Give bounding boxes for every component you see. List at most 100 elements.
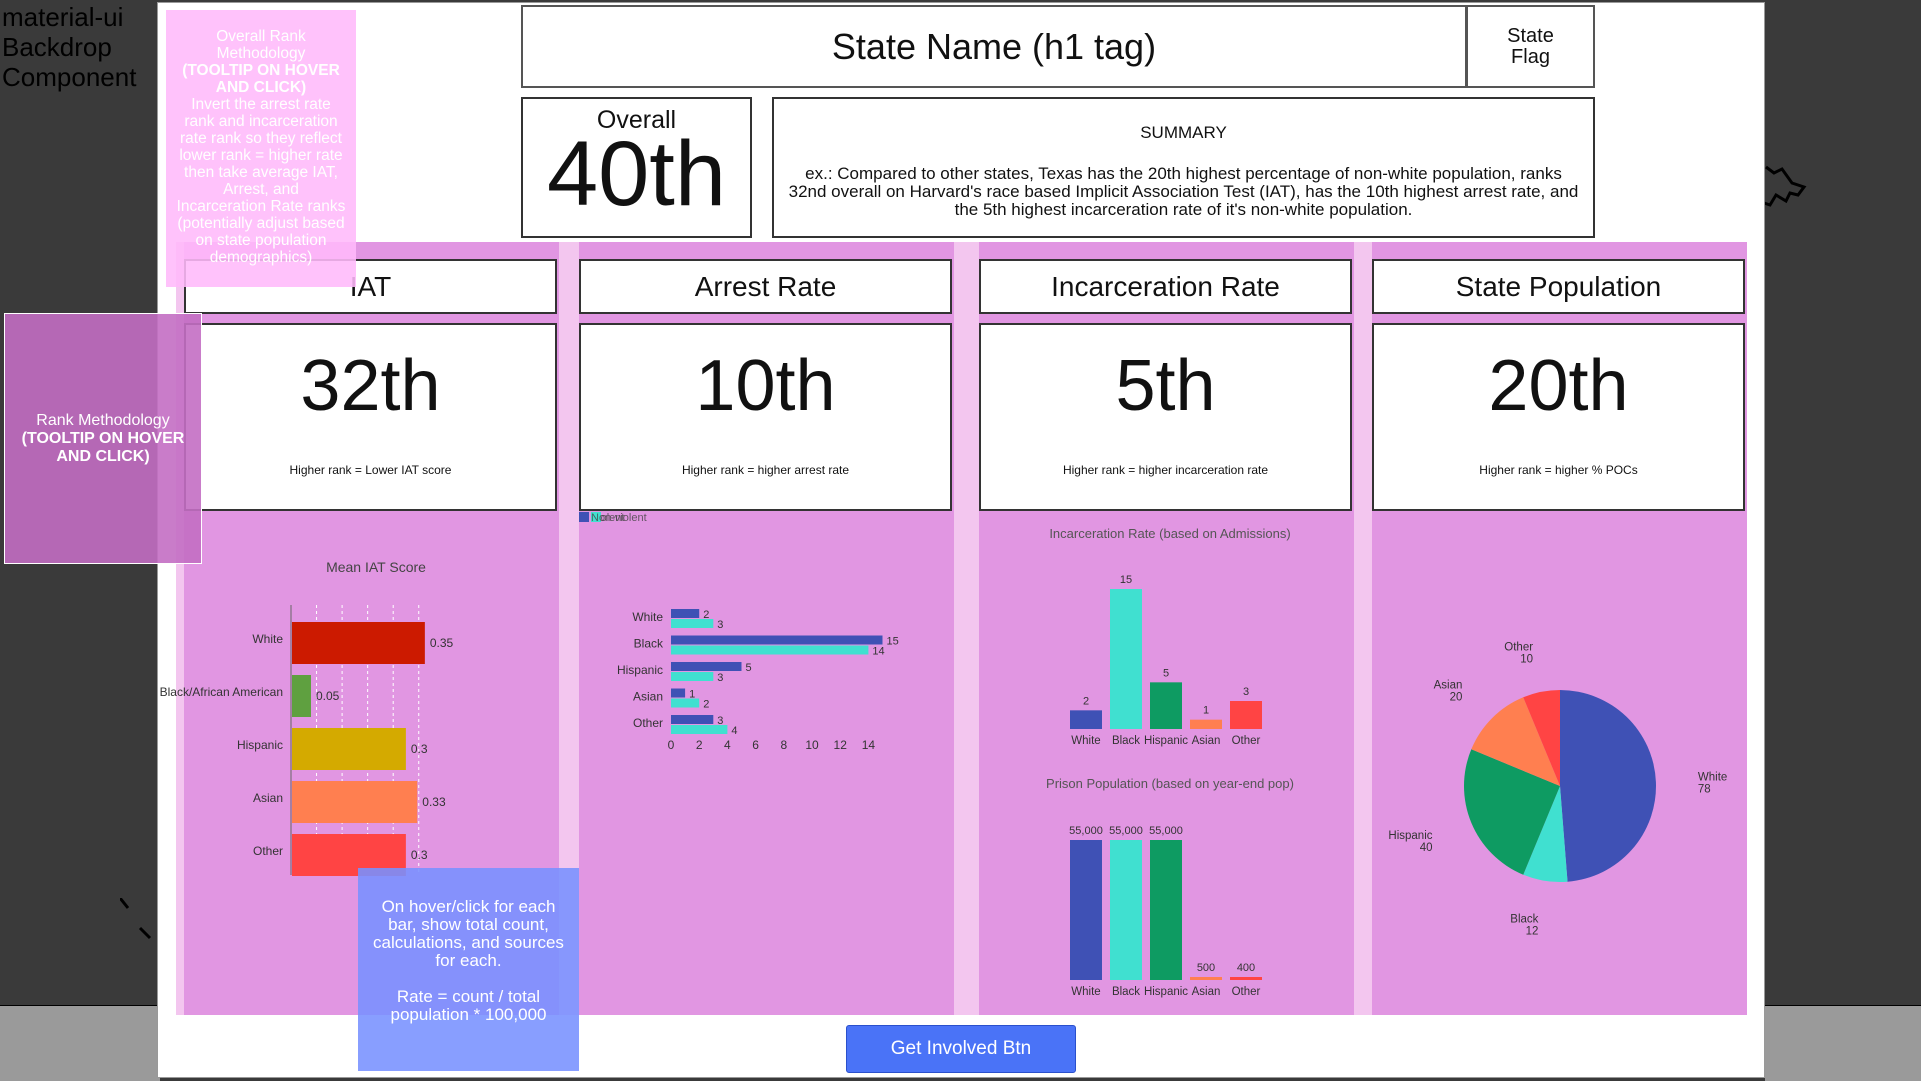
bar[interactable] <box>671 688 686 698</box>
chart-title: Mean IAT Score <box>326 559 426 575</box>
overall-rank: 40th <box>546 123 727 225</box>
data-label: 1 <box>1203 705 1209 717</box>
section-header-state-population: State Population <box>1372 259 1745 314</box>
backdrop-label: material-ui Backdrop Component <box>2 2 136 92</box>
rank-note: Higher rank = Lower IAT score <box>289 463 452 477</box>
section-header-incarceration-rate: Incarceration Rate <box>979 259 1352 314</box>
data-label: 0.35 <box>430 636 454 650</box>
x-tick-label: 12 <box>834 738 848 752</box>
data-label: 55,000 <box>1149 825 1183 837</box>
bar[interactable] <box>1230 701 1262 729</box>
arrest-chart: ViolentNon-violentWhite 23Black 1514Hispan… <box>579 512 899 752</box>
bar[interactable] <box>1150 682 1182 729</box>
x-tick-label: 0 <box>668 738 675 752</box>
rank-card-state-population[interactable]: 20th Higher rank = higher % POCs <box>1372 323 1745 511</box>
category-label: White <box>1071 735 1100 747</box>
bar[interactable] <box>671 635 883 645</box>
data-label: 400 <box>1237 962 1255 974</box>
get-involved-button[interactable]: Get Involved Btn <box>846 1025 1076 1073</box>
section-title: State Population <box>1455 270 1662 302</box>
bar[interactable] <box>1230 977 1262 980</box>
tooltip-line: Incarceration Rate ranks <box>176 198 346 215</box>
bar[interactable] <box>671 662 742 671</box>
bar[interactable] <box>1070 840 1102 980</box>
overall-methodology-tooltip[interactable]: Overall Rank Methodology (TOOLTIP ON HOV… <box>166 10 356 287</box>
bar[interactable] <box>671 698 700 708</box>
rank-methodology-tooltip[interactable]: Rank Methodology (TOOLTIP ON HOVER AND C… <box>4 313 202 564</box>
bar[interactable] <box>292 622 425 664</box>
tooltip-line: on state population <box>195 232 327 249</box>
data-label: 0.33 <box>422 795 446 809</box>
tooltip-line: On hover/click for each <box>381 897 556 916</box>
incarceration-chart: Incarceration Rate (based on Admissions)… <box>1049 526 1290 747</box>
bar[interactable] <box>671 645 869 655</box>
category-label: Hispanic <box>1144 986 1188 998</box>
summary-title: SUMMARY <box>1140 123 1227 142</box>
bar[interactable] <box>1190 719 1222 729</box>
bar[interactable] <box>671 672 714 681</box>
data-label: 3 <box>1243 686 1249 698</box>
chart-title: Incarceration Rate (based on Admissions) <box>1049 526 1290 541</box>
data-label: 3 <box>717 672 723 684</box>
tooltip-line: AND CLICK) <box>56 447 150 465</box>
rank-note: Higher rank = higher incarceration rate <box>1062 463 1269 477</box>
backdrop-label-line: Backdrop <box>2 32 112 62</box>
tooltip-line: bar, show total count, <box>388 915 549 934</box>
bar[interactable] <box>671 715 714 724</box>
legend-swatch[interactable] <box>579 512 589 522</box>
bar[interactable] <box>1070 710 1102 729</box>
data-label: 15 <box>1120 574 1132 586</box>
category-label: White <box>1071 986 1100 998</box>
slice-label: White <box>1698 772 1727 784</box>
rank-card-incarceration-rate[interactable]: 5th Higher rank = higher incarceration r… <box>979 323 1352 511</box>
bar[interactable] <box>292 675 311 717</box>
rank-value: 5th <box>1115 346 1216 426</box>
summary-card: SUMMARY ex.: Compared to other states, T… <box>772 97 1595 238</box>
x-tick-label: 6 <box>752 738 759 752</box>
data-label: 2 <box>703 699 709 711</box>
overall-rank-card[interactable]: Overall 40th <box>521 97 752 238</box>
pie-slice[interactable] <box>1560 690 1657 882</box>
backdrop-mark-icon <box>120 898 152 940</box>
category-label: Asian <box>633 690 663 704</box>
slice-value: 20 <box>1450 691 1463 703</box>
category-label: Asian <box>253 791 283 805</box>
state-flag-label: State <box>1507 24 1554 47</box>
bar[interactable] <box>671 619 714 628</box>
bar-hover-tooltip-note[interactable]: On hover/click for each bar, show total … <box>358 868 579 1071</box>
tooltip-line: Rank Methodology <box>36 411 170 429</box>
data-label: 15 <box>887 636 899 648</box>
rank-card-arrest-rate[interactable]: 10th Higher rank = higher arrest rate <box>579 323 952 511</box>
bar[interactable] <box>671 609 700 618</box>
bar[interactable] <box>1110 840 1142 980</box>
tooltip-line: Arrest, and <box>223 181 299 198</box>
bar[interactable] <box>1190 977 1222 980</box>
section-title: Incarceration Rate <box>1051 270 1280 302</box>
tooltip-line: then take average IAT, <box>184 164 338 181</box>
category-label: Other <box>1232 986 1261 998</box>
bar[interactable] <box>292 728 406 770</box>
slice-value: 12 <box>1526 925 1539 937</box>
data-label: 55,000 <box>1109 825 1143 837</box>
x-tick-label: 8 <box>780 738 787 752</box>
rank-note: Higher rank = higher arrest rate <box>681 463 850 477</box>
category-label: Other <box>253 844 283 858</box>
tooltip-line: (potentially adjust based <box>177 215 345 232</box>
category-label: White <box>632 610 663 624</box>
tooltip-line: Methodology <box>216 45 306 62</box>
backdrop-label-line: material-ui <box>2 2 124 32</box>
data-label: 0.3 <box>411 742 428 756</box>
section-header-arrest-rate: Arrest Rate <box>579 259 952 314</box>
chart-title: Prison Population (based on year-end pop… <box>1046 776 1294 791</box>
bar[interactable] <box>292 781 418 823</box>
state-flag-label: Flag <box>1511 45 1550 68</box>
category-label: Hispanic <box>617 663 663 677</box>
data-label: 3 <box>717 619 723 631</box>
bar[interactable] <box>1150 840 1182 980</box>
bar[interactable] <box>671 725 728 734</box>
rank-card-iat[interactable]: 32th Higher rank = Lower IAT score <box>184 323 557 511</box>
data-label: 55,000 <box>1069 825 1103 837</box>
category-label: Asian <box>1192 735 1221 747</box>
tooltip-line: calculations, and sources <box>373 933 564 952</box>
bar[interactable] <box>1110 589 1142 729</box>
